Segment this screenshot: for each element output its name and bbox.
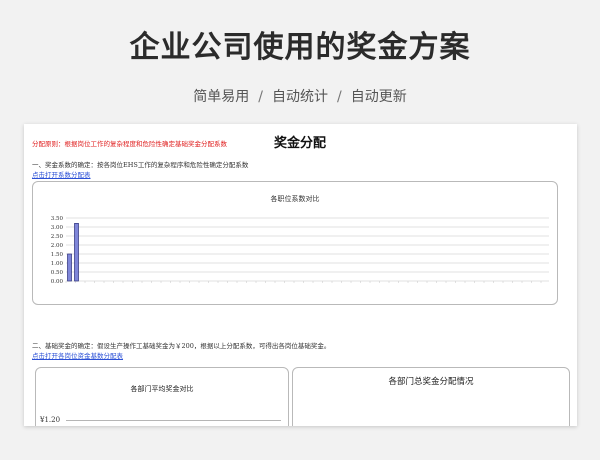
y-tick-label: 3.50 [51, 216, 64, 222]
feature-tags: 简单易用 / 自动统计 / 自动更新 [0, 86, 600, 106]
dept-average-y-tick: ¥1.20 [40, 416, 61, 424]
section-base-bonus-text: 二、基础奖金的确定：假设生产操作工基础奖金为￥200，根据以上分配系数，可得出各… [32, 342, 331, 350]
tag-separator: / [258, 89, 263, 105]
dept-average-chart-title: 各部门平均奖金对比 [130, 385, 194, 393]
y-tick-label: 2.50 [51, 234, 64, 240]
dept-total-bonus-chart: 各部门总奖金分配情况 [292, 367, 570, 426]
tag-easy: 简单易用 [193, 89, 250, 105]
y-tick-label: 0.50 [51, 270, 64, 276]
y-tick-label: 3.00 [51, 225, 64, 231]
y-tick-label: 1.50 [51, 252, 64, 258]
spreadsheet-preview: 分配原则：根据岗位工作的复杂程度和危险性确定基础奖金分配系数 奖金分配 一、奖金… [24, 124, 577, 426]
bar [74, 223, 79, 282]
open-coefficient-table-link[interactable]: 点击打开系数分配表 [32, 169, 91, 179]
y-tick-label: 0.00 [51, 279, 64, 285]
page-title: 企业公司使用的奖金方案 [129, 30, 471, 65]
allocation-principle: 分配原则：根据岗位工作的复杂程度和危险性确定基础奖金分配系数 [32, 140, 227, 148]
y-tick-label: 1.00 [51, 261, 64, 267]
dept-total-chart-title: 各部门总奖金分配情况 [388, 377, 474, 387]
section-coefficient-text: 一、奖金系数的确定：按各岗位EHS工作的复杂程序和危险性确定分配系数 [32, 161, 249, 169]
dept-average-gridline [66, 420, 281, 421]
tag-auto-update: 自动更新 [350, 89, 407, 105]
coefficient-chart: 各职位系数对比 3.50 3.00 2.50 2.00 1.50 1.00 0.50 0.00 [32, 181, 558, 305]
dept-average-bonus-chart: 各部门平均奖金对比 ¥1.20 [35, 367, 289, 426]
coefficient-chart-svg: 各职位系数对比 3.50 3.00 2.50 2.00 1.50 1.00 0.50 0.00 [51, 194, 549, 285]
tag-separator: / [337, 89, 342, 105]
bar [67, 253, 72, 282]
sheet-title: 奖金分配 [274, 136, 327, 151]
tag-auto-stats: 自动统计 [272, 89, 328, 105]
y-tick-label: 2.00 [51, 243, 64, 249]
open-base-bonus-table-link[interactable]: 点击打开各岗位资金基数分配表 [32, 350, 123, 360]
chart-title: 各职位系数对比 [271, 194, 320, 203]
